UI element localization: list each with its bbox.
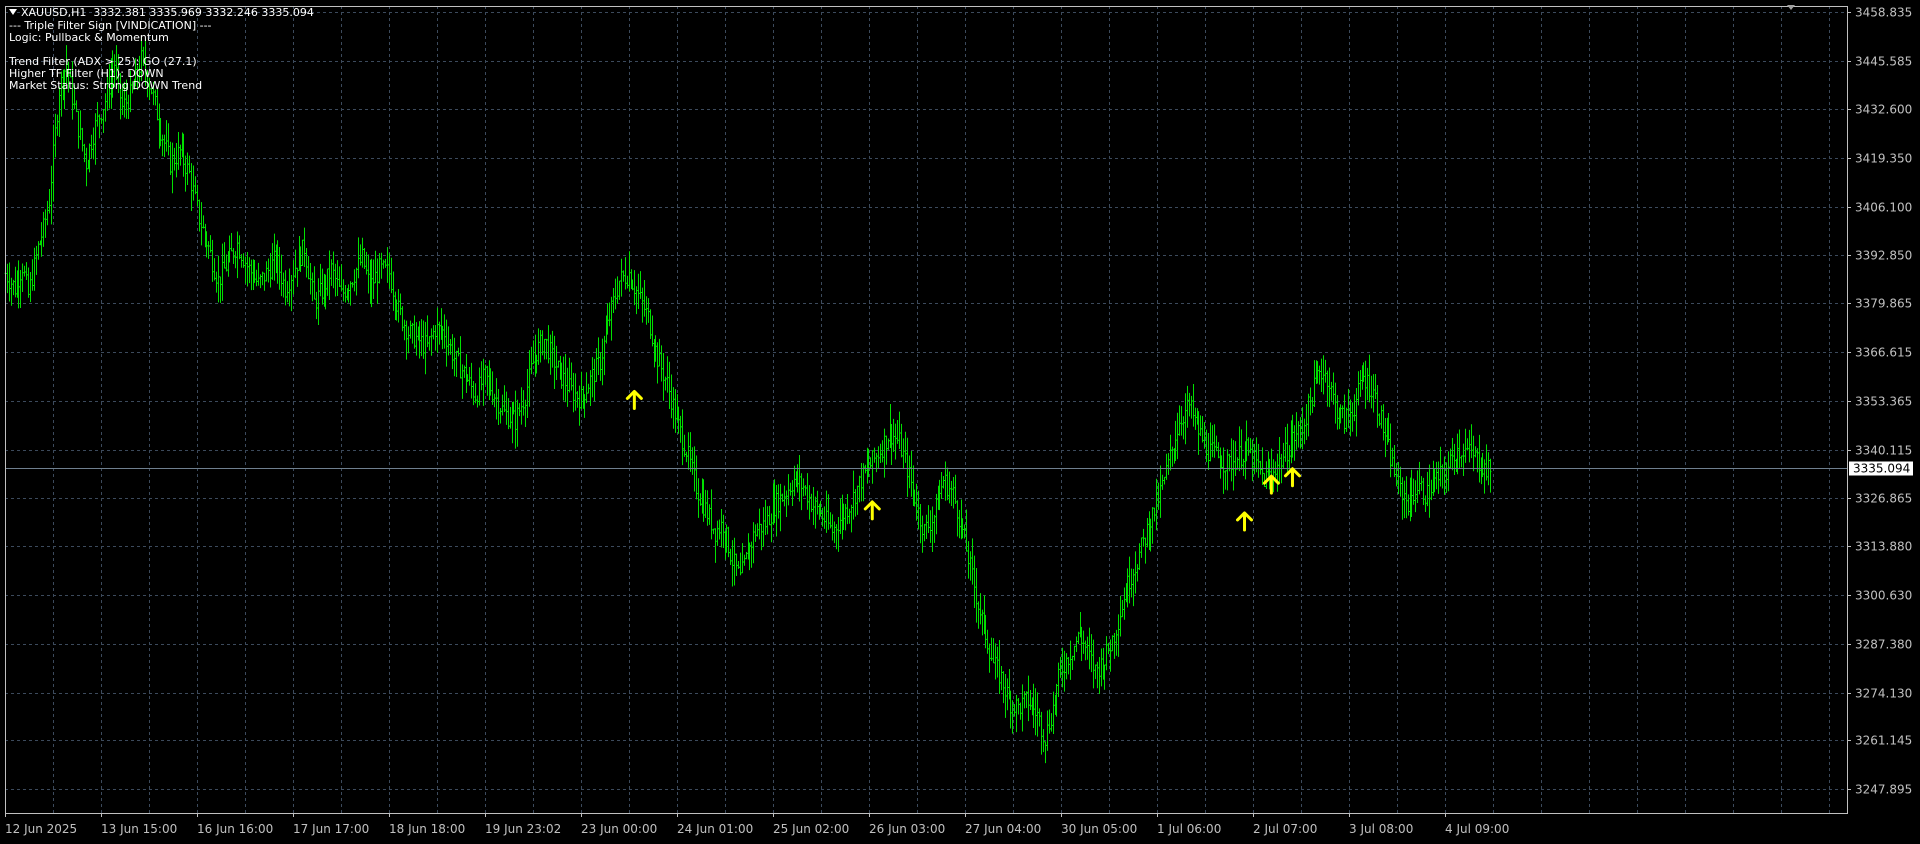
y-tick-label: 3300.630 bbox=[1855, 589, 1912, 603]
x-tick-label: 4 Jul 09:00 bbox=[1445, 822, 1509, 836]
y-tick-label: 3340.115 bbox=[1855, 444, 1912, 458]
y-tick-label: 3458.835 bbox=[1855, 6, 1912, 20]
y-tick-label: 3366.615 bbox=[1855, 346, 1912, 360]
x-tick-label: 1 Jul 06:00 bbox=[1157, 822, 1221, 836]
x-tick-label: 18 Jun 18:00 bbox=[389, 822, 465, 836]
y-tick-label: 3392.850 bbox=[1855, 249, 1912, 263]
x-tick-label: 16 Jun 16:00 bbox=[197, 822, 273, 836]
x-tick-label: 24 Jun 01:00 bbox=[677, 822, 753, 836]
x-tick-label: 19 Jun 23:02 bbox=[485, 822, 561, 836]
x-tick-label: 25 Jun 02:00 bbox=[773, 822, 849, 836]
x-tick-label: 2 Jul 07:00 bbox=[1253, 822, 1317, 836]
y-tick-label: 3326.865 bbox=[1855, 492, 1912, 506]
y-tick-label: 3261.145 bbox=[1855, 734, 1912, 748]
collapse-triangle-icon[interactable] bbox=[9, 9, 17, 15]
y-tick-label: 3379.865 bbox=[1855, 297, 1912, 311]
ohlc-values: 3332.381 3335.969 3332.246 3335.094 bbox=[93, 6, 314, 19]
indicator-line-2: Logic: Pullback & Momentum bbox=[9, 31, 169, 44]
symbol-timeframe: XAUUSD,H1 bbox=[21, 6, 87, 19]
x-tick-label: 27 Jun 04:00 bbox=[965, 822, 1041, 836]
current-price-label: 3335.094 bbox=[1853, 462, 1910, 476]
chart-background bbox=[0, 0, 1920, 844]
x-tick-label: 26 Jun 03:00 bbox=[869, 822, 945, 836]
y-tick-label: 3432.600 bbox=[1855, 103, 1912, 117]
x-tick-label: 12 Jun 2025 bbox=[5, 822, 77, 836]
x-tick-label: 17 Jun 17:00 bbox=[293, 822, 369, 836]
x-tick-label: 30 Jun 05:00 bbox=[1061, 822, 1137, 836]
price-chart[interactable]: 3335.094 3458.835 3445.585 3432.600 3419.35… bbox=[0, 0, 1920, 844]
x-tick-label: 3 Jul 08:00 bbox=[1349, 822, 1413, 836]
y-tick-label: 3419.350 bbox=[1855, 152, 1912, 166]
x-tick-label: 23 Jun 00:00 bbox=[581, 822, 657, 836]
y-tick-label: 3287.380 bbox=[1855, 638, 1912, 652]
y-tick-label: 3353.365 bbox=[1855, 395, 1912, 409]
x-tick-label: 13 Jun 15:00 bbox=[101, 822, 177, 836]
y-tick-label: 3445.585 bbox=[1855, 55, 1912, 69]
y-tick-label: 3313.880 bbox=[1855, 540, 1912, 554]
indicator-line-6: Market Status: Strong DOWN Trend bbox=[9, 79, 203, 92]
chart-header: XAUUSD,H1 3332.381 3335.969 3332.246 333… bbox=[9, 7, 314, 19]
y-tick-label: 3406.100 bbox=[1855, 201, 1912, 215]
y-tick-label: 3274.130 bbox=[1855, 687, 1912, 701]
y-tick-label: 3247.895 bbox=[1855, 783, 1912, 797]
